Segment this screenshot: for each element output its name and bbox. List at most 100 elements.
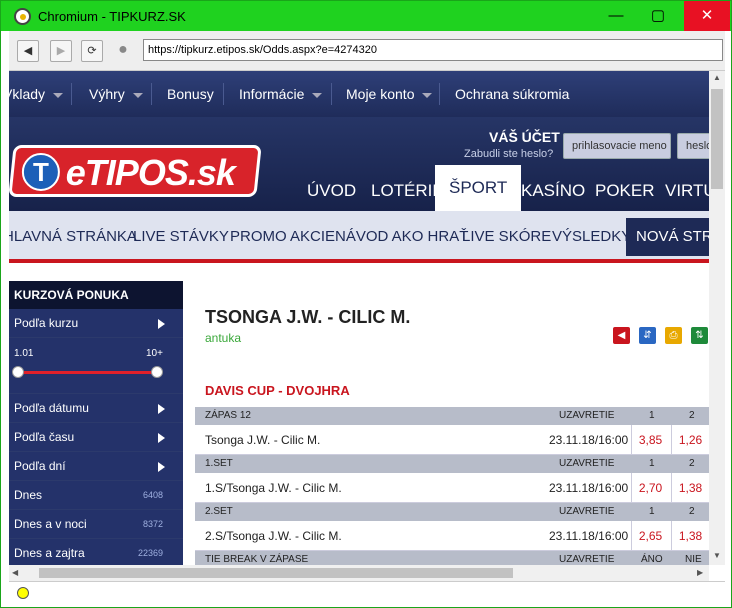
event-surface: antuka [205,331,242,345]
title-bar: Chromium - TIPKURZ.SK — ▢ ✕ [1,1,731,31]
sub-nav: HLAVNÁ STRÁNKA LIVE STÁVKY PROMO AKCIE N… [9,211,709,263]
sub-nav-live-bets[interactable]: LIVE STÁVKY [133,211,229,263]
password-input[interactable]: heslo [677,133,709,159]
vertical-scrollbar[interactable]: ▲ ▼ [709,71,725,565]
sub-nav-promo[interactable]: PROMO AKCIE [230,211,335,263]
scroll-down-icon[interactable]: ▼ [713,551,721,560]
scroll-up-icon[interactable]: ▲ [713,73,721,82]
account-title: VÁŠ ÚČET [489,129,560,145]
horizontal-scrollbar[interactable]: ◀ ▶ [9,565,709,581]
sub-nav-results[interactable]: VÝSLEDKY [552,211,631,263]
top-nav-info[interactable]: Informácie [239,71,323,117]
scroll-thumb[interactable] [711,89,723,189]
sort-icon[interactable]: ⇅ [691,327,708,344]
top-nav-privacy[interactable]: Ochrana súkromia [455,71,569,117]
table-row: Tsonga J.W. - Cilic M. 23.11.18/16:00 3,… [195,425,709,455]
divider [223,83,224,105]
reload-button[interactable]: ⟳ [81,40,103,62]
chromium-app-icon [14,8,31,25]
scroll-right-icon[interactable]: ▶ [697,568,703,577]
forgot-password-link[interactable]: Zabudli ste heslo? [464,148,553,160]
close-time: 23.11.18/16:00 [549,481,629,495]
odds-button[interactable]: 1,38 [671,473,709,502]
slider-max-handle[interactable] [151,366,163,378]
divider [151,83,152,105]
main-nav-virtual[interactable]: VIRTUAL [665,171,709,211]
odds-button[interactable]: 2,65 [631,521,669,550]
forward-button[interactable]: ▶ [50,40,72,62]
stop-icon[interactable]: ● [112,40,134,62]
etipos-logo[interactable]: T eTIPOS.sk [9,145,262,197]
sidebar-item-by-odds[interactable]: Podľa kurzu [9,309,183,338]
browser-window: Chromium - TIPKURZ.SK — ▢ ✕ ◀ ▶ ⟳ ● http… [0,0,732,608]
sidebar-item-by-date[interactable]: Podľa dátumu [9,394,183,423]
sidebar-item-label: Podľa kurzu [14,316,79,330]
chevron-down-icon [132,92,143,98]
odds-range-slider[interactable]: 1.01 10+ [9,338,183,394]
browser-toolbar: ◀ ▶ ⟳ ● https://tipkurz.etipos.sk/Odds.a… [9,31,725,71]
main-nav-lottery[interactable]: LOTÉRIE [371,171,444,211]
status-bar [9,581,725,603]
slider-min-handle[interactable] [12,366,24,378]
market-name: 2.SET [205,506,233,517]
market-header: TIE BREAK V ZÁPASE UZAVRETIE ÁNO NIE [195,551,709,565]
main-nav-poker[interactable]: POKER [595,171,655,211]
slider-track[interactable] [17,371,157,374]
sub-nav-live-score[interactable]: LIVE SKÓRE [462,211,551,263]
sidebar-heading: KURZOVÁ PONUKA [9,281,183,309]
minimize-button[interactable]: — [593,1,639,31]
top-nav-winnings[interactable]: Výhry [89,71,143,117]
odds-sidebar: KURZOVÁ PONUKA Podľa kurzu 1.01 10+ Podľ… [9,281,183,565]
logo-text: eTIPOS.sk [65,152,235,193]
sub-nav-home[interactable]: HLAVNÁ STRÁNKA [9,211,137,263]
odds-button[interactable]: 2,70 [631,473,669,502]
sidebar-item-label: Podľa dní [14,459,66,473]
main-nav-intro[interactable]: ÚVOD [307,171,356,211]
sidebar-item-label: Dnes a v noci [14,517,87,531]
chevron-right-icon [158,319,165,329]
sidebar-item-by-days[interactable]: Podľa dní [9,452,183,481]
divider [71,83,72,105]
event-title: TSONGA J.W. - CILIC M. [205,307,411,327]
sidebar-item-label: Dnes [14,488,43,502]
sidebar-item-by-time[interactable]: Podľa času [9,423,183,452]
top-nav-bonuses[interactable]: Bonusy [167,71,214,117]
sub-nav-guide[interactable]: NÁVOD AKO HRAŤ [335,211,468,263]
address-bar[interactable]: https://tipkurz.etipos.sk/Odds.aspx?e=42… [143,39,723,61]
range-max-label: 10+ [146,348,163,359]
outcome-2-header: NIE [685,554,702,565]
back-button[interactable]: ◀ [17,40,39,62]
main-nav-sport[interactable]: ŠPORT [435,165,522,211]
market-name: 1.SET [205,458,233,469]
logo-emblem: T [21,153,60,191]
main-nav-casino[interactable]: KASÍNO [521,171,585,211]
swap-icon[interactable]: ⇵ [639,327,656,344]
print-icon[interactable]: ⎙ [665,327,682,344]
odds-button[interactable]: 1,38 [671,521,709,550]
close-time: 23.11.18/16:00 [549,433,629,447]
chevron-down-icon [422,92,433,98]
top-nav-deposits[interactable]: Vklady [9,71,64,117]
divider [439,83,440,105]
table-row: 2.S/Tsonga J.W. - Cilic M. 23.11.18/16:0… [195,521,709,551]
close-button[interactable]: ✕ [684,1,730,31]
page-viewport: Vklady Výhry Bonusy Informácie Moje kont… [9,71,709,565]
username-input[interactable]: prihlasovacie meno [563,133,671,159]
scroll-left-icon[interactable]: ◀ [12,568,18,577]
sidebar-item-today[interactable]: Dnes 6408 [9,481,183,510]
close-col-header: UZAVRETIE [559,506,615,517]
sub-nav-new-page[interactable]: NOVÁ STRÁNKA [626,218,709,256]
close-col-header: UZAVRETIE [559,410,615,421]
sidebar-item-today-tomorrow[interactable]: Dnes a zajtra 22369 [9,539,183,565]
back-arrow-icon[interactable]: ◀ [613,327,630,344]
market-name: ZÁPAS 12 [205,410,251,421]
odds-button[interactable]: 1,26 [671,425,709,454]
window-title: Chromium - TIPKURZ.SK [38,9,186,24]
top-nav-my-account[interactable]: Moje konto [346,71,433,117]
scroll-thumb[interactable] [39,568,513,578]
odds-button[interactable]: 3,85 [631,425,669,454]
sidebar-item-today-night[interactable]: Dnes a v noci 8372 [9,510,183,539]
competition-title: DAVIS CUP - DVOJHRA [205,383,350,398]
market-header: ZÁPAS 12 UZAVRETIE 1 2 [195,407,709,425]
maximize-button[interactable]: ▢ [635,1,681,31]
